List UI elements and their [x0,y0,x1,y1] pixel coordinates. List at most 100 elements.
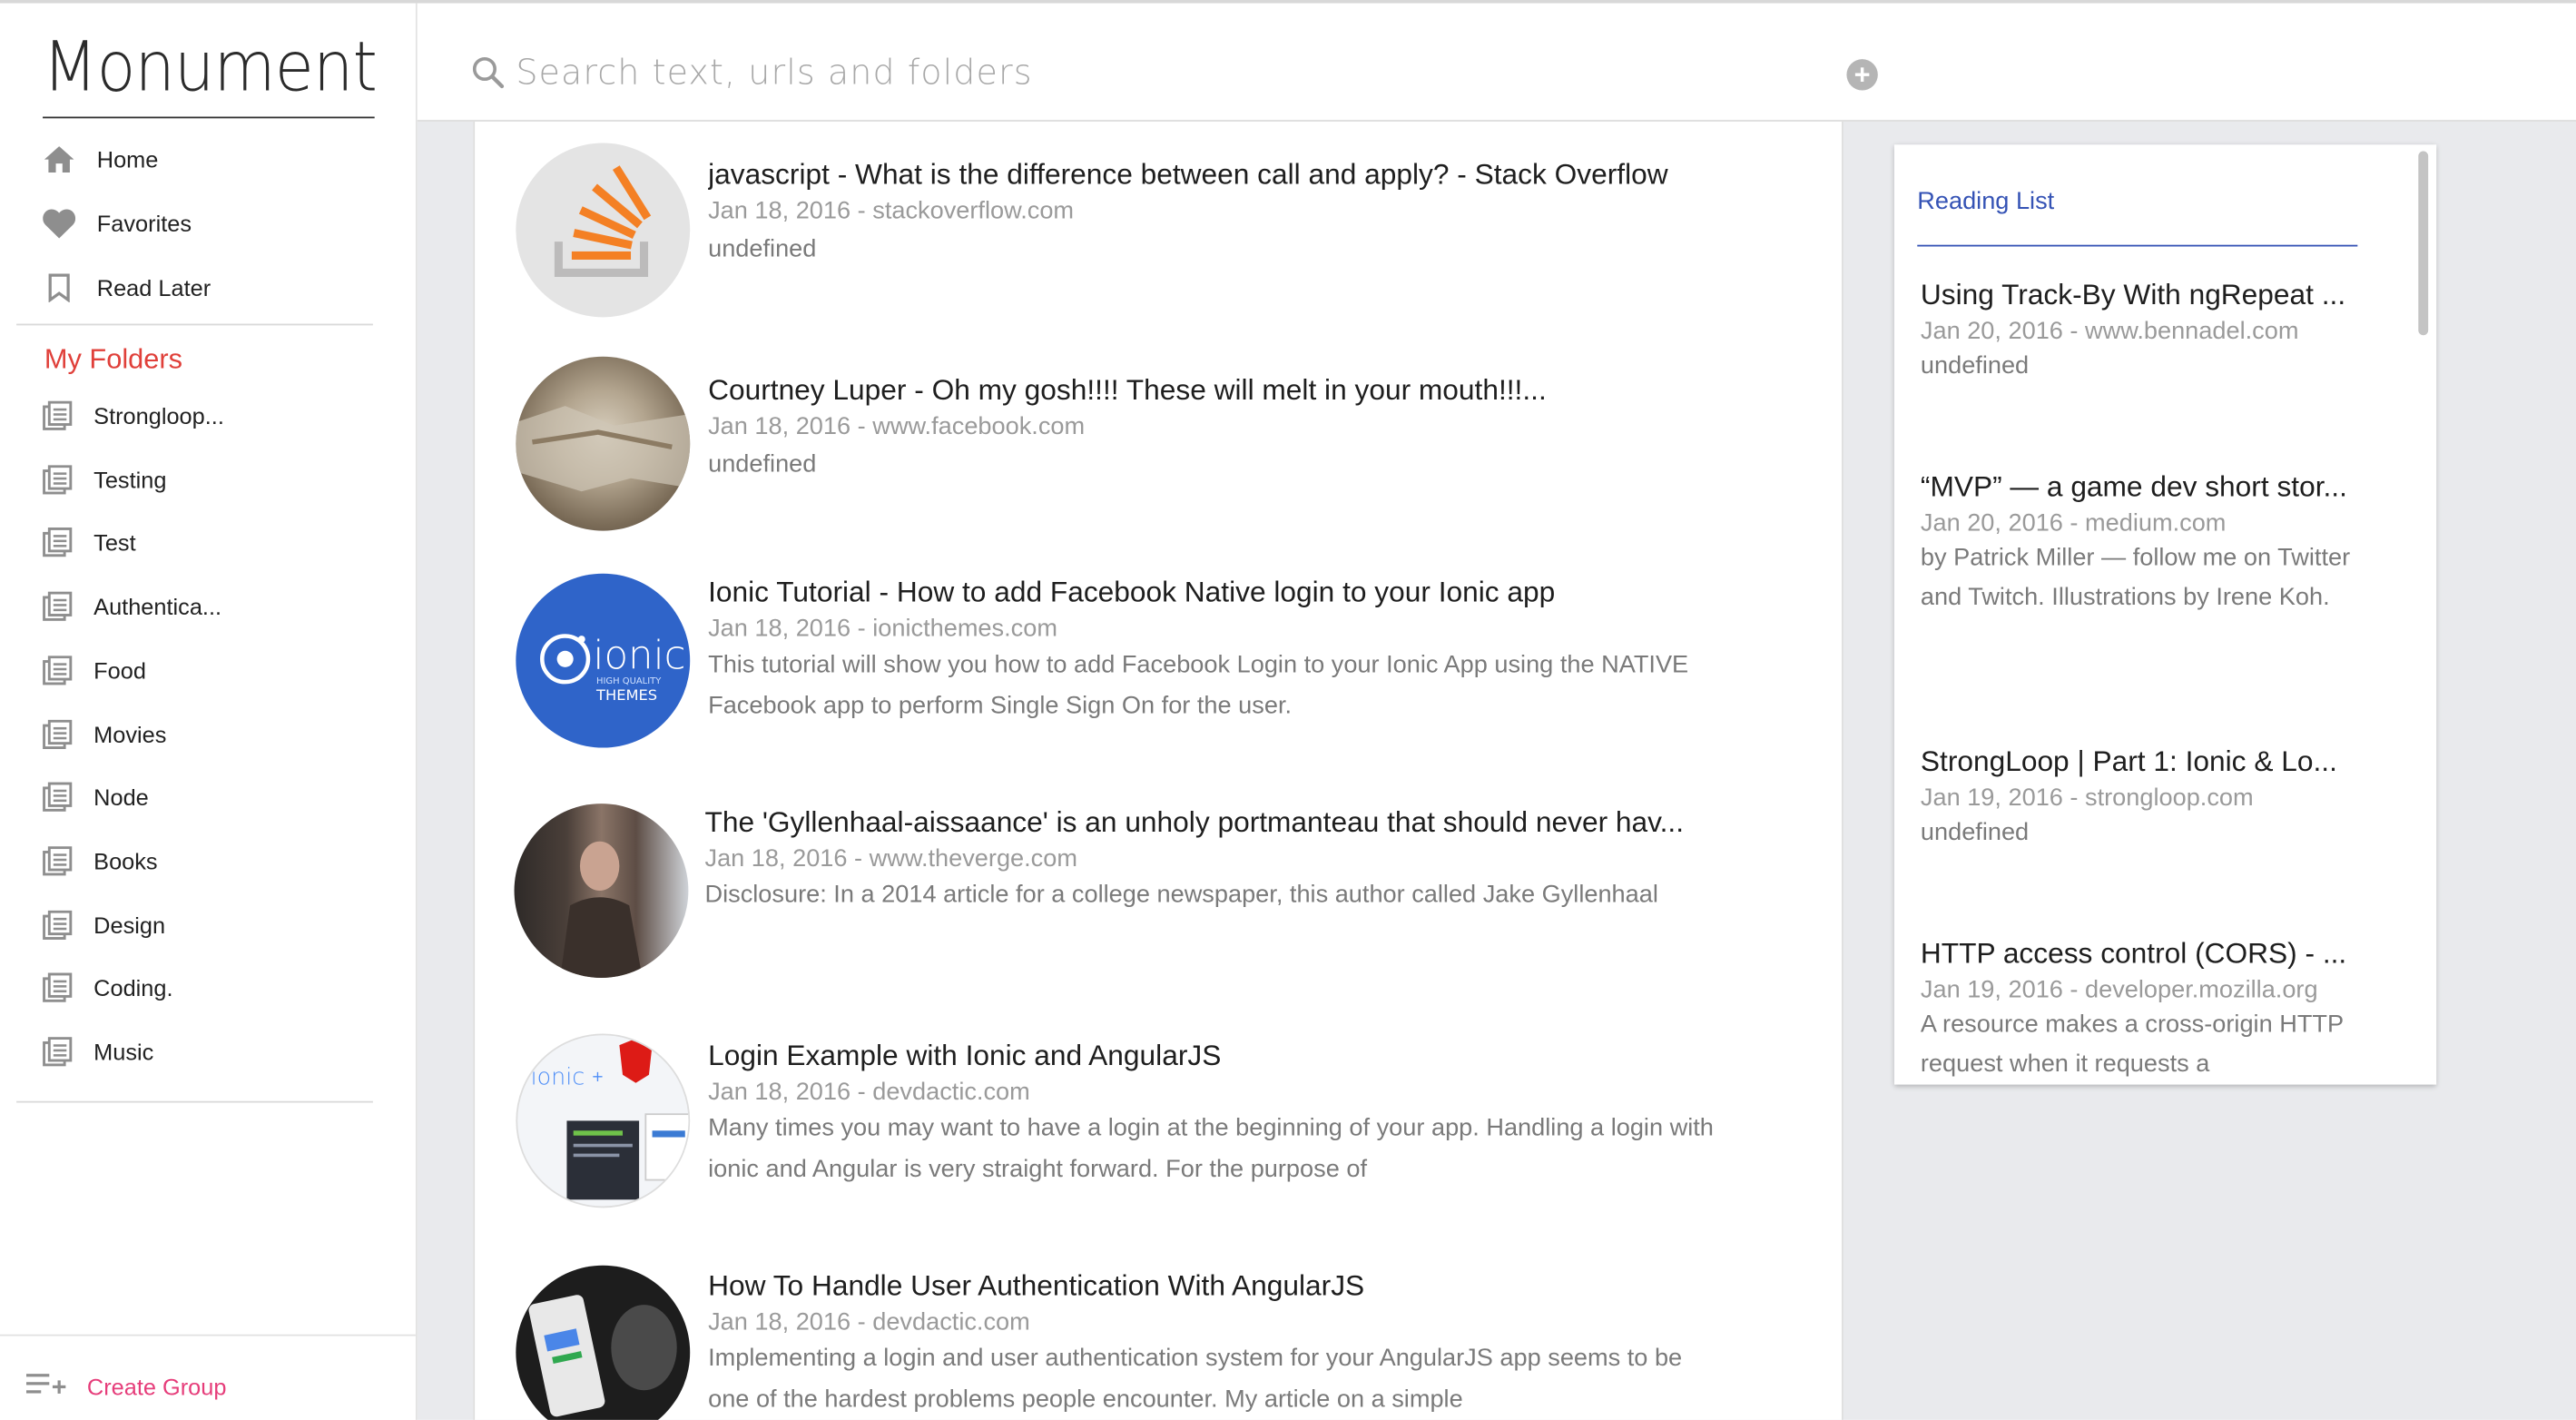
reading-list-item-title: HTTP access control (CORS) - ... [1920,936,2347,970]
food-photo-thumbnail [516,356,691,531]
folder-icon [43,910,73,940]
reading-list-item-meta: Jan 19, 2016 - developer.mozilla.org [1920,976,2318,1004]
folder-item[interactable]: Testing [43,458,166,500]
folder-item-label: Strongloop... [93,402,224,429]
stackoverflow-icon [554,165,652,277]
create-group-divider [0,1334,416,1336]
home-icon [43,143,75,175]
feed-item-title: Login Example with Ionic and AngularJS [708,1038,1222,1072]
folder-icon [43,464,73,495]
svg-text:THEMES: THEMES [595,686,657,704]
feed-item-meta: Jan 18, 2016 - devdactic.com [708,1307,1030,1336]
folder-icon [43,718,73,749]
feed-item-meta: Jan 18, 2016 - ionicthemes.com [708,614,1057,643]
plus-icon: + [1853,59,1871,91]
feed-item-title: How To Handle User Authentication With A… [708,1268,1365,1302]
folder-icon [43,655,73,685]
sidebar: Monument Home Favorites Read Later My Fo… [0,3,418,1420]
heart-icon [43,207,76,240]
feed-item-title: javascript - What is the difference betw… [708,157,1668,191]
folder-item[interactable]: Movies [43,713,166,755]
folder-item-label: Movies [93,720,167,747]
feed-item-description: Many times you may want to have a login … [708,1114,1714,1183]
folder-item[interactable]: Music [43,1030,153,1073]
reading-list-item-description: by Patrick Miller — follow me on Twitter… [1920,544,2351,612]
create-group-label: Create Group [86,1374,227,1401]
feed-item-description: This tutorial will show you how to add F… [708,650,1689,719]
feed-item-title: Courtney Luper - Oh my gosh!!!! These wi… [708,372,1547,407]
feed-list: javascript - What is the difference betw… [473,121,1844,1420]
folder-item-label: Coding. [93,974,173,1001]
phone-photo-thumbnail [516,1265,691,1420]
folder-item-label: Authentica... [93,593,222,620]
reading-list-item[interactable]: “MVP” — a game dev short stor... Jan 20,… [1921,470,2381,618]
nav-item-favorites[interactable]: Favorites [43,201,192,247]
reading-list-item-meta: Jan 19, 2016 - strongloop.com [1920,784,2254,813]
folder-item-label: Design [93,911,166,938]
reading-list-title[interactable]: Reading List [1917,187,2054,215]
feed-item-meta: Jan 18, 2016 - www.facebook.com [708,412,1086,441]
folder-item-label: Test [93,529,136,557]
reading-list-item[interactable]: HTTP access control (CORS) - ... Jan 19,… [1921,937,2381,1085]
folder-item-label: Node [93,784,149,811]
folder-item-label: Testing [93,466,167,493]
nav-item-label: Favorites [96,210,192,237]
reading-list-item-description: undefined [1920,818,2030,847]
reading-list-item-title: StrongLoop | Part 1: Ionic & Lo... [1920,744,2337,778]
search-icon [471,56,505,89]
stackoverflow-logo-thumbnail [516,143,691,318]
folder-item[interactable]: Food [43,649,146,692]
reading-list-scrollbar[interactable] [2418,151,2429,336]
nav-item-label: Read Later [96,274,211,301]
nav-divider [16,323,373,326]
ionic-themes-thumbnail: ionic HIGH QUALITY THEMES [516,573,691,748]
folder-icon [43,782,73,813]
app-logo: Monument [43,25,378,107]
folder-item[interactable]: Node [43,776,149,819]
feed-item-meta: Jan 18, 2016 - devdactic.com [708,1078,1030,1107]
playlist-add-icon [25,1371,66,1404]
folder-item[interactable]: Coding. [43,967,173,1010]
folder-item[interactable]: Test [43,521,136,564]
feed-item-description: undefined [708,449,817,478]
feed-item-title: Ionic Tutorial - How to add Facebook Nat… [708,575,1556,608]
feed-item-description: Disclosure: In a 2014 article for a coll… [704,881,1658,909]
feed-item-title: The 'Gyllenhaal-aissaance' is an unholy … [704,804,1685,839]
reading-list-item-meta: Jan 20, 2016 - www.bennadel.com [1920,317,2299,346]
reading-list-item-title: “MVP” — a game dev short stor... [1920,469,2347,503]
svg-text:ionic: ionic [531,1063,585,1090]
nav-item-label: Home [96,146,159,173]
nav-item-read-later[interactable]: Read Later [43,264,211,311]
folder-item[interactable]: Strongloop... [43,394,224,437]
reading-list-item-title: Using Track-By With ngRepeat ... [1920,277,2346,311]
folder-item[interactable]: Authentica... [43,586,221,628]
svg-text:HIGH QUALITY: HIGH QUALITY [596,676,662,686]
svg-text:+: + [592,1068,605,1085]
folder-item[interactable]: Design [43,903,165,946]
feed-item-meta: Jan 18, 2016 - www.theverge.com [704,844,1077,873]
folder-item-label: Books [93,847,158,874]
folder-icon [43,1037,73,1067]
svg-text:ionic: ionic [593,634,685,679]
create-group-button[interactable]: Create Group [25,1371,227,1404]
folders-divider [16,1100,373,1103]
folder-icon [43,973,73,1003]
feed-item-description: Implementing a login and user authentica… [708,1344,1683,1413]
ionic-logo-icon: ionic HIGH QUALITY THEMES [540,634,686,704]
reading-list-item-description: A resource makes a cross-origin HTTP req… [1920,1011,2344,1079]
logo-underline [43,116,375,119]
bookmark-icon [43,271,75,304]
feed-item-meta: Jan 18, 2016 - stackoverflow.com [708,197,1075,225]
reading-list-item[interactable]: StrongLoop | Part 1: Ionic & Lo... Jan 1… [1921,745,2381,853]
reading-list-item-description: undefined [1920,351,2030,380]
add-link-button[interactable]: + [1846,59,1878,91]
reading-list-item[interactable]: Using Track-By With ngRepeat ... Jan 20,… [1921,278,2381,386]
reading-list-underline [1917,244,2358,247]
folder-icon [43,528,73,558]
folder-item[interactable]: Books [43,840,158,883]
search-input[interactable] [516,45,1798,99]
nav-item-home[interactable]: Home [43,136,158,182]
folder-icon [43,400,73,431]
feed-item-description: undefined [708,234,817,263]
folder-item-label: Music [93,1038,154,1065]
